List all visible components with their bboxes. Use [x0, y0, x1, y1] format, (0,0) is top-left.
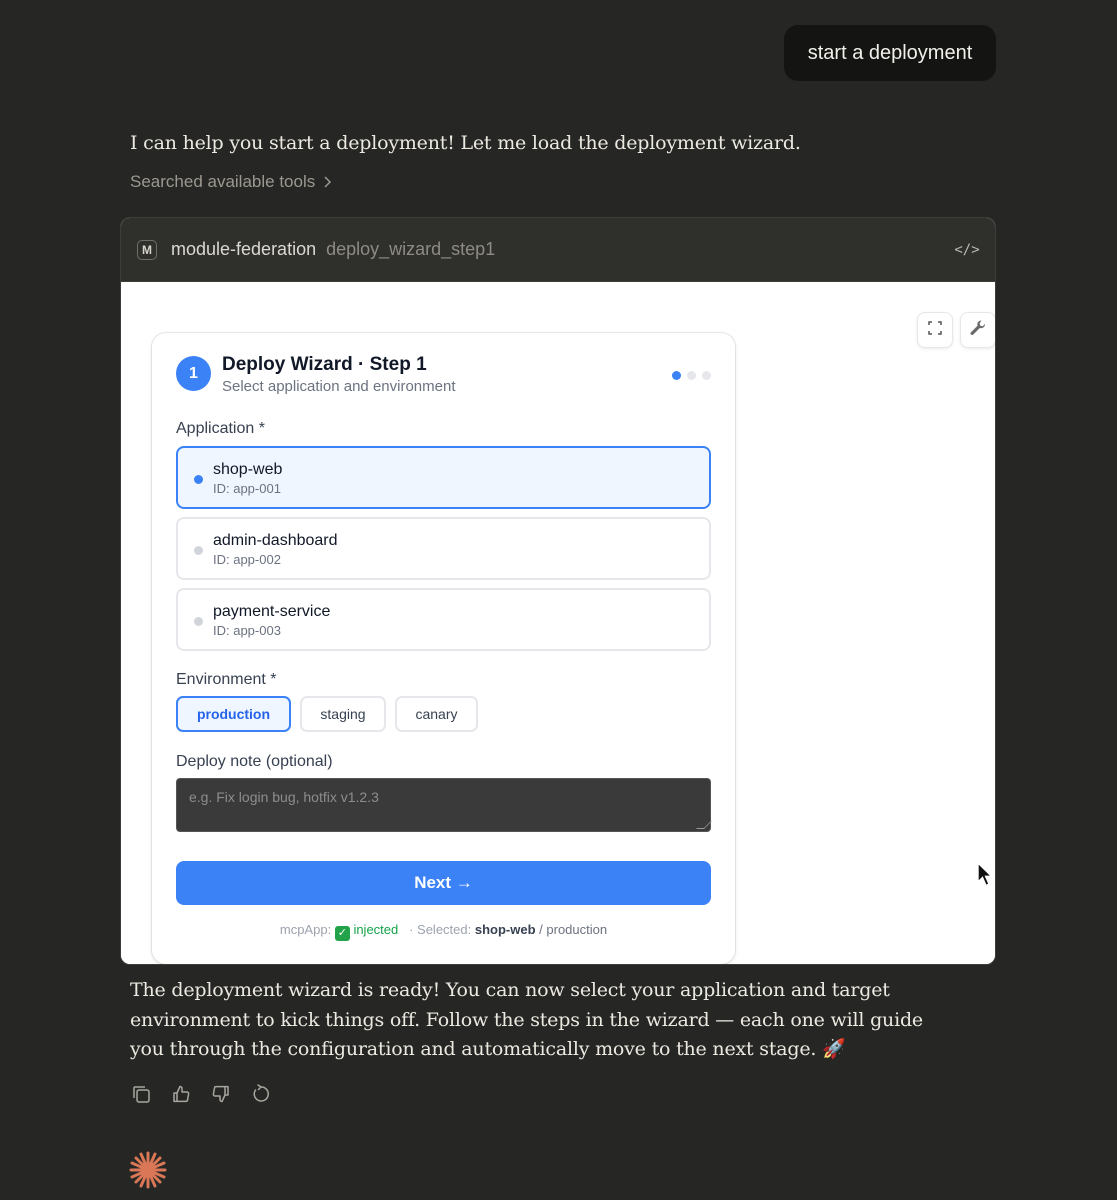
thumbs-up-icon — [171, 1084, 191, 1109]
retry-button[interactable] — [250, 1084, 271, 1109]
selected-prefix: · Selected: — [409, 922, 472, 937]
injected-status: injected — [353, 922, 399, 937]
step-dot-3 — [702, 371, 711, 380]
tool-result-card: M module-federation deploy_wizard_step1 … — [120, 217, 996, 965]
app-id: ID: app-002 — [213, 552, 281, 567]
thumbs-down-button[interactable] — [210, 1084, 231, 1109]
app-option-admin-dashboard[interactable]: admin-dashboard ID: app-002 — [176, 517, 711, 580]
cursor-icon — [977, 861, 994, 893]
retry-icon — [251, 1084, 271, 1109]
user-message-bubble: start a deployment — [784, 25, 996, 81]
app-option-payment-service[interactable]: payment-service ID: app-003 — [176, 588, 711, 651]
app-name: shop-web — [213, 461, 283, 478]
deploy-note-placeholder: e.g. Fix login bug, hotfix v1.2.3 — [189, 789, 379, 805]
step-progress-dots — [672, 371, 711, 380]
tools-button[interactable] — [960, 312, 995, 348]
fullscreen-button[interactable] — [917, 312, 953, 348]
wrench-icon — [969, 319, 987, 342]
tool-card-header: M module-federation deploy_wizard_step1 … — [121, 218, 995, 282]
tool-card-body: 1 Deploy Wizard · Step 1 Select applicat… — [121, 282, 995, 964]
assistant-intro-text: I can help you start a deployment! Let m… — [130, 132, 801, 154]
env-button-production[interactable]: production — [176, 696, 291, 732]
selected-env: / production — [539, 922, 608, 937]
radio-indicator — [194, 546, 203, 555]
step-dot-1 — [672, 371, 681, 380]
searched-tools-toggle[interactable]: Searched available tools — [130, 172, 332, 192]
step-number-badge: 1 — [176, 356, 211, 391]
app-option-shop-web[interactable]: shop-web ID: app-001 — [176, 446, 711, 509]
radio-indicator — [194, 475, 203, 484]
thumbs-up-button[interactable] — [170, 1084, 191, 1109]
thumbs-down-icon — [211, 1084, 231, 1109]
app-name: payment-service — [213, 603, 331, 620]
env-button-staging[interactable]: staging — [300, 696, 386, 732]
step-dot-2 — [687, 371, 696, 380]
tool-name: deploy_wizard_step1 — [326, 239, 496, 259]
deploy-note-label: Deploy note (optional) — [176, 753, 333, 770]
searched-tools-label: Searched available tools — [130, 172, 316, 191]
next-button[interactable]: Next → — [176, 861, 711, 905]
chevron-right-icon — [323, 175, 332, 191]
wizard-title: Deploy Wizard · Step 1 — [222, 354, 427, 375]
check-icon: ✓ — [334, 926, 350, 941]
environment-label: Environment * — [176, 671, 277, 688]
claude-spark-icon — [128, 1150, 168, 1195]
app-name: admin-dashboard — [213, 532, 338, 549]
env-button-canary[interactable]: canary — [395, 696, 478, 732]
code-view-icon[interactable]: </> — [954, 238, 979, 262]
server-badge-icon: M — [137, 239, 157, 260]
application-label: Application * — [176, 420, 265, 437]
message-actions — [130, 1084, 271, 1109]
wizard-subtitle: Select application and environment — [222, 378, 456, 395]
assistant-outro-text: The deployment wizard is ready! You can … — [130, 979, 923, 1060]
wizard-status-footer: mcpApp: ✓ injected · Selected: shop-web … — [152, 922, 735, 941]
selected-app: shop-web — [474, 922, 536, 937]
radio-indicator — [194, 617, 203, 626]
copy-button[interactable] — [130, 1086, 151, 1107]
app-id: ID: app-003 — [213, 623, 281, 638]
deploy-wizard-card: 1 Deploy Wizard · Step 1 Select applicat… — [152, 333, 735, 964]
mcp-app-label: mcpApp: — [279, 922, 332, 937]
server-name: module-federation — [171, 239, 317, 259]
mcp-app-frame: 1 Deploy Wizard · Step 1 Select applicat… — [131, 302, 995, 964]
copy-icon — [131, 1084, 151, 1109]
deploy-note-textarea[interactable]: e.g. Fix login bug, hotfix v1.2.3 — [176, 778, 712, 832]
resize-handle-icon[interactable] — [696, 821, 712, 829]
fullscreen-icon — [928, 320, 942, 340]
app-id: ID: app-001 — [213, 481, 281, 496]
